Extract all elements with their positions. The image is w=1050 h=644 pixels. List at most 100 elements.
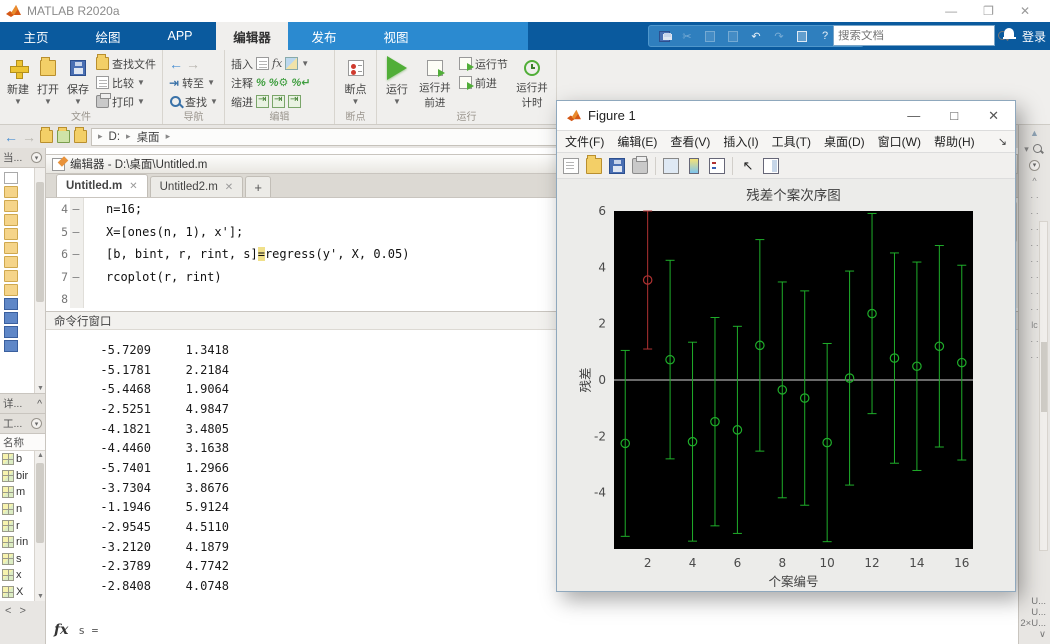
- find-files-button[interactable]: 查找文件: [96, 56, 156, 71]
- file-list-scrollbar[interactable]: ▼: [34, 168, 45, 393]
- tab-view[interactable]: 视图: [360, 22, 432, 50]
- breadcrumb-segment[interactable]: D:: [109, 131, 121, 143]
- undo-icon[interactable]: ↶: [749, 29, 763, 43]
- close-button[interactable]: ✕: [1020, 4, 1030, 18]
- strip-collapse-icon[interactable]: ^: [1019, 173, 1050, 189]
- insert-button[interactable]: 插入 fx ▼: [231, 56, 310, 71]
- current-folder-file-list[interactable]: ▼: [0, 168, 45, 394]
- strip-scroll-down-icon[interactable]: ∨: [1019, 629, 1046, 640]
- tab-editor[interactable]: 编辑器: [216, 22, 288, 50]
- print-icon[interactable]: [632, 158, 648, 174]
- mfile-icon[interactable]: [4, 312, 18, 324]
- folder-icon[interactable]: [4, 214, 18, 226]
- copy-icon[interactable]: [703, 29, 717, 43]
- figure-menu-item[interactable]: 查看(V): [670, 133, 710, 150]
- run-section-button[interactable]: 运行节: [459, 56, 508, 71]
- new-tab-button[interactable]: +: [245, 176, 271, 197]
- strip-dropdown-icon[interactable]: ▾: [1024, 144, 1029, 155]
- open-button[interactable]: 打开▼: [36, 53, 60, 110]
- save-button[interactable]: 保存▼: [66, 53, 90, 110]
- details-header[interactable]: 详... ^: [0, 394, 45, 414]
- new-figure-icon[interactable]: [563, 158, 579, 174]
- workspace-variable-list[interactable]: ▲ ▼ bbirmnrrinsxX: [0, 451, 45, 601]
- mfile-icon[interactable]: [4, 298, 18, 310]
- tab-plots[interactable]: 绘图: [72, 22, 144, 50]
- indent-button[interactable]: 缩进: [231, 94, 310, 109]
- open-icon[interactable]: [586, 158, 602, 174]
- compare-button[interactable]: 比较▼: [96, 75, 156, 90]
- current-folder-menu-icon[interactable]: ▾: [31, 152, 42, 163]
- workspace-header[interactable]: 工... ▾: [0, 414, 45, 434]
- workspace-scrollbar[interactable]: ▲ ▼: [34, 451, 45, 601]
- legend-icon[interactable]: [709, 158, 725, 174]
- strip-search-icon[interactable]: [1031, 142, 1045, 156]
- dock-figure-icon[interactable]: ↘: [998, 135, 1007, 148]
- find-button[interactable]: 查找▼: [169, 94, 218, 109]
- help-icon[interactable]: ?: [818, 29, 832, 43]
- strip-menu-icon[interactable]: ▾: [1029, 160, 1040, 171]
- advance-button[interactable]: 前进: [459, 75, 508, 90]
- figure-menu-item[interactable]: 帮助(H): [934, 133, 975, 150]
- figure-menu-item[interactable]: 工具(T): [772, 133, 811, 150]
- figure-menu-item[interactable]: 桌面(D): [824, 133, 865, 150]
- figure-maximize-button[interactable]: □: [950, 108, 958, 124]
- cut-icon[interactable]: ✂: [680, 29, 694, 43]
- residual-caseorder-chart[interactable]: 6420-2-4246810121416残差个案次序图个案编号残差: [557, 179, 1015, 591]
- search-input[interactable]: [834, 30, 996, 42]
- tab-apps[interactable]: APP: [144, 22, 216, 50]
- editor-tab-untitled[interactable]: Untitled.m ✕: [56, 174, 148, 197]
- figure-menu-item[interactable]: 文件(F): [565, 133, 604, 150]
- folder-icon[interactable]: [4, 256, 18, 268]
- new-button[interactable]: 新建▼: [6, 53, 30, 110]
- nav-forward-icon[interactable]: →: [22, 130, 36, 144]
- strip-scrollbar[interactable]: [1039, 221, 1048, 551]
- scroll-up-icon[interactable]: ▲: [35, 452, 46, 459]
- print-button[interactable]: 打印▼: [96, 94, 156, 109]
- folder-icon[interactable]: [4, 284, 18, 296]
- details-collapse-icon[interactable]: ^: [37, 398, 42, 410]
- figure-minimize-button[interactable]: —: [907, 108, 920, 124]
- figure-menu-item[interactable]: 窗口(W): [878, 133, 921, 150]
- strip-scroll-up-icon[interactable]: ▲: [1019, 125, 1050, 141]
- desktop-icon[interactable]: [795, 29, 809, 43]
- back-icon[interactable]: ←: [169, 57, 183, 71]
- close-tab-icon[interactable]: ✕: [225, 182, 233, 193]
- close-tab-icon[interactable]: ✕: [129, 181, 137, 192]
- editor-tab-untitled2[interactable]: Untitled2.m ✕: [150, 176, 244, 197]
- redo-icon[interactable]: ↷: [772, 29, 786, 43]
- up-folder-icon[interactable]: [40, 130, 53, 143]
- maximize-button[interactable]: ❐: [983, 4, 994, 18]
- mfile-icon[interactable]: [4, 340, 18, 352]
- notification-bell-icon[interactable]: [1003, 27, 1016, 42]
- breakpoints-button[interactable]: 断点▼: [341, 53, 370, 110]
- folder-icon[interactable]: [4, 228, 18, 240]
- mfile-icon[interactable]: [4, 326, 18, 338]
- run-button[interactable]: 运行▼: [383, 53, 411, 110]
- folder-icon[interactable]: [4, 186, 18, 198]
- folder-icon[interactable]: [4, 242, 18, 254]
- pointer-icon[interactable]: ↖: [740, 158, 756, 174]
- pane-nav-right-button[interactable]: >: [19, 605, 25, 617]
- goto-button[interactable]: ⇥ 转至▼: [169, 75, 218, 90]
- breadcrumb-segment[interactable]: 桌面: [137, 129, 160, 145]
- property-inspector-icon[interactable]: [763, 158, 779, 174]
- sign-in-link[interactable]: 登录: [1022, 28, 1046, 45]
- scroll-down-icon[interactable]: ▼: [35, 385, 46, 392]
- run-advance-button[interactable]: 运行并前进: [417, 53, 453, 110]
- browse-folder-icon[interactable]: [57, 130, 70, 143]
- pane-nav-left-button[interactable]: <: [5, 605, 11, 617]
- workspace-menu-icon[interactable]: ▾: [31, 418, 42, 429]
- doc-search-box[interactable]: [833, 25, 995, 46]
- current-folder-header[interactable]: 当... ▾: [0, 148, 45, 168]
- figure-menu-item[interactable]: 插入(I): [723, 133, 758, 150]
- workspace-name-column-header[interactable]: 名称: [0, 434, 45, 451]
- save-icon[interactable]: [609, 158, 625, 174]
- link-plots-icon[interactable]: [663, 158, 679, 174]
- forward-icon[interactable]: →: [186, 57, 200, 71]
- figure-close-button[interactable]: ✕: [988, 108, 999, 124]
- paste-icon[interactable]: [726, 29, 740, 43]
- minimize-button[interactable]: —: [945, 4, 957, 18]
- folder-icon[interactable]: [4, 200, 18, 212]
- save-icon[interactable]: [657, 29, 671, 43]
- comment-button[interactable]: 注释 % %⚙ %↵: [231, 75, 310, 90]
